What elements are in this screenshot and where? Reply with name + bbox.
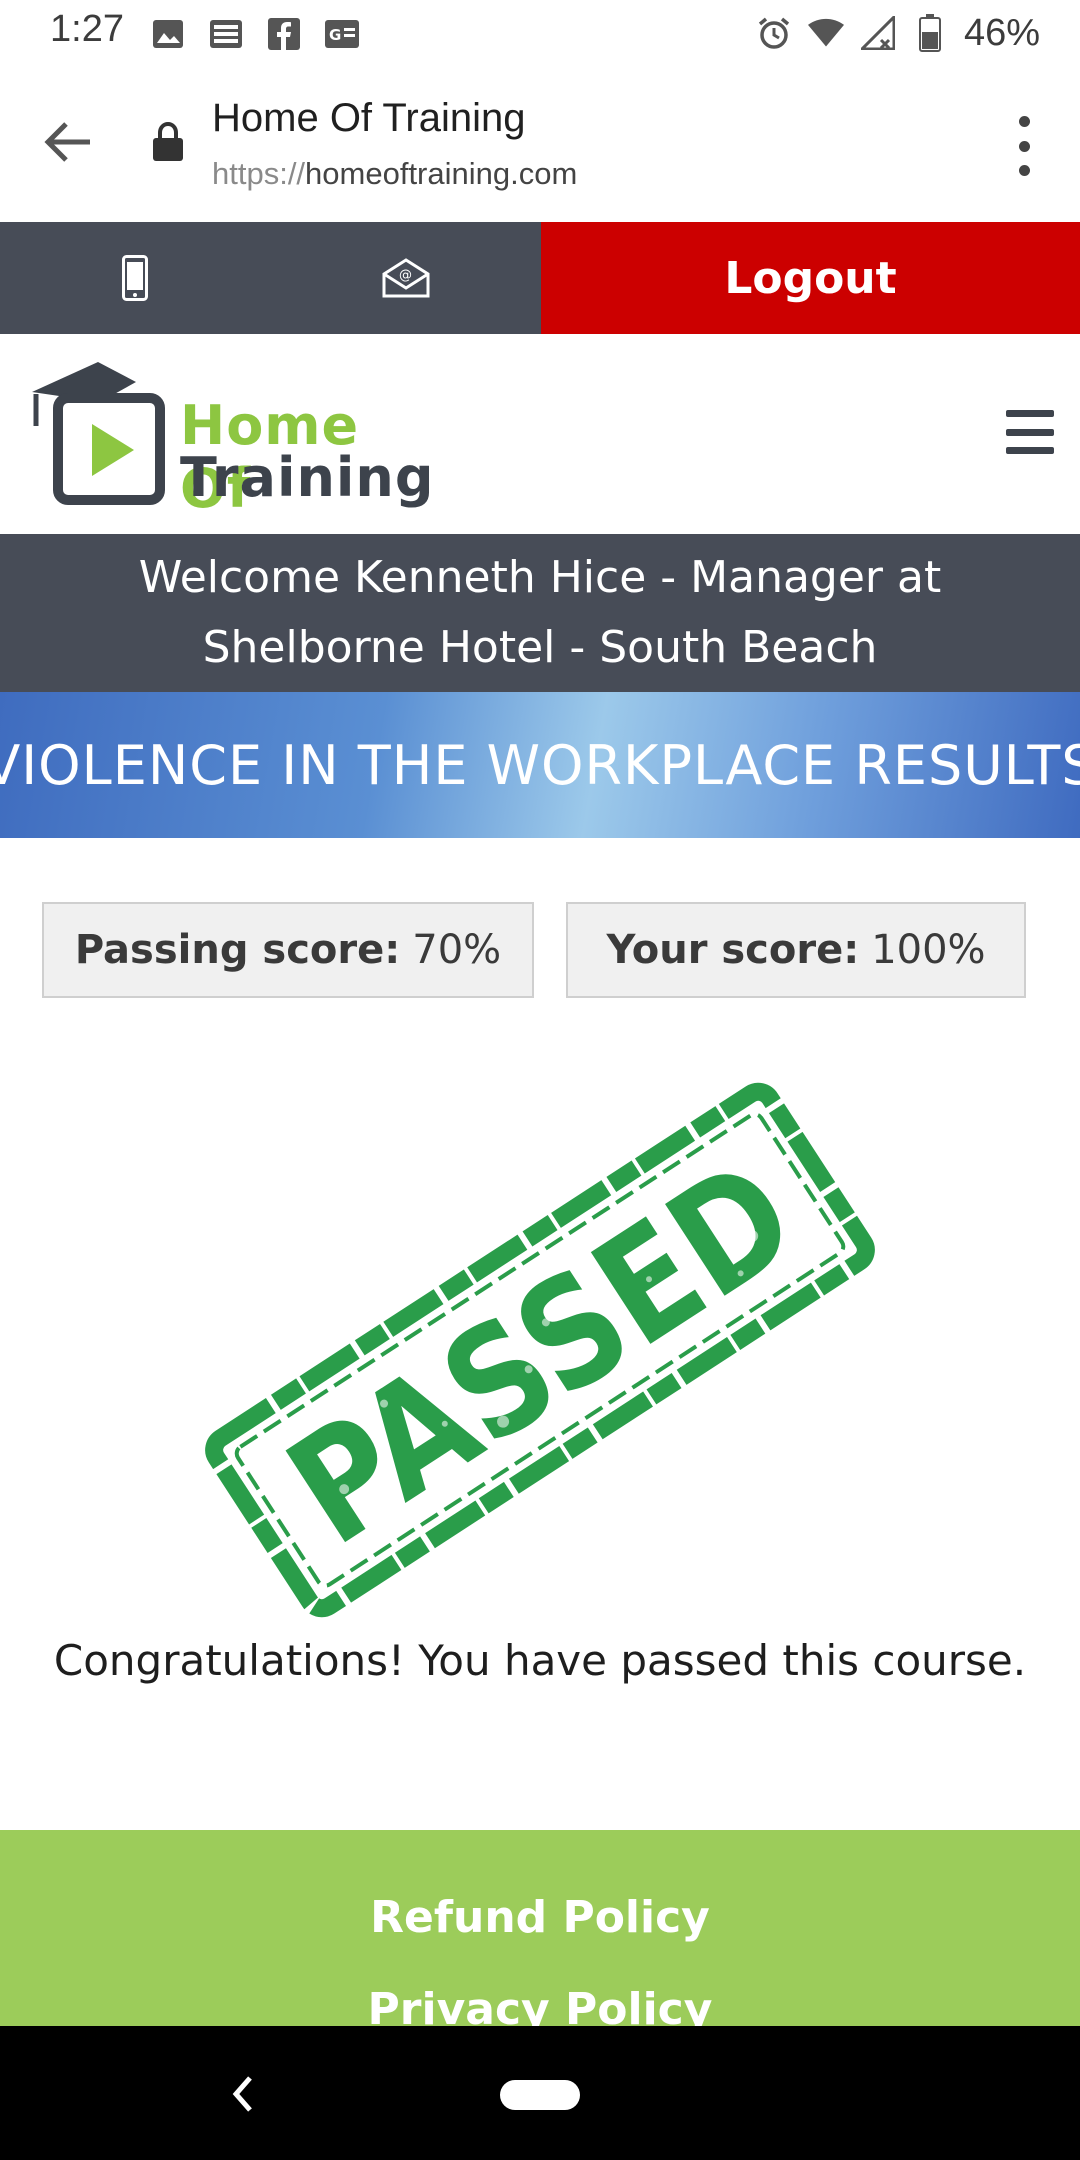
arrow-left-icon — [44, 122, 90, 162]
phone-button[interactable] — [0, 222, 271, 334]
welcome-message: Welcome Kenneth Hice - Manager at Shelbo… — [138, 552, 942, 673]
welcome-bar: Welcome Kenneth Hice - Manager at Shelbo… — [0, 534, 1080, 692]
status-bar: 1:27 G 46% — [0, 0, 1080, 66]
passing-score-box: Passing score: 70% — [42, 902, 534, 998]
privacy-policy-link[interactable]: Privacy Policy — [0, 1984, 1080, 2026]
logo-graphic — [32, 362, 165, 505]
course-banner: VIOLENCE IN THE WORKPLACE RESULTS — [0, 692, 1080, 838]
facebook-icon — [266, 16, 302, 52]
passed-stamp: PASSED — [170, 1060, 910, 1640]
hamburger-line — [1006, 410, 1054, 417]
image-icon — [150, 16, 186, 52]
browser-menu-button[interactable] — [1004, 116, 1044, 176]
lock-icon[interactable] — [152, 121, 192, 172]
hamburger-menu-button[interactable] — [1006, 410, 1054, 454]
battery-percent: 46% — [963, 11, 1040, 54]
passed-stamp-graphic: PASSED — [205, 1082, 875, 1618]
contact-icons: @ — [0, 222, 541, 334]
dot — [1018, 140, 1030, 152]
site-header: Home Of Training — [0, 334, 1080, 534]
status-time: 1:27 — [50, 8, 124, 50]
page-title: Home Of Training — [212, 96, 526, 140]
browser-toolbar: Home Of Training https://homeoftraining.… — [0, 66, 1080, 222]
your-score-label: Your score: — [606, 927, 860, 973]
dot — [1018, 116, 1030, 127]
hamburger-line — [1006, 428, 1054, 436]
url-scheme: https:// — [212, 156, 306, 191]
news-icon — [208, 16, 244, 52]
site-logo[interactable]: Home Of Training — [28, 358, 448, 520]
email-icon: @ — [382, 258, 430, 298]
alarm-icon — [756, 15, 792, 51]
congratulations-message: Congratulations! You have passed this co… — [53, 1636, 1027, 1685]
svg-text:G: G — [329, 26, 341, 44]
your-score-box: Your score: 100% — [566, 902, 1026, 998]
system-icons: 46% — [756, 10, 1040, 56]
site-footer: Refund Policy Privacy Policy — [0, 1830, 1080, 2026]
phone-icon — [122, 255, 149, 301]
url-host: homeoftraining.com — [305, 156, 578, 191]
signal-icon — [860, 15, 896, 51]
svg-text:@: @ — [399, 268, 412, 283]
passing-score-label: Passing score: — [74, 927, 401, 973]
course-results-title: VIOLENCE IN THE WORKPLACE RESULTS — [0, 733, 1080, 797]
system-navigation-bar — [0, 2026, 1080, 2160]
wifi-icon — [807, 15, 844, 51]
email-button[interactable]: @ — [271, 222, 542, 334]
passing-score-value: 70% — [412, 927, 502, 973]
logout-button[interactable]: Logout — [541, 222, 1080, 334]
url-field[interactable]: https://homeoftraining.com — [212, 156, 577, 192]
nav-back-button[interactable] — [222, 2070, 262, 2118]
dot — [1018, 165, 1030, 176]
contact-strip: @ Logout — [0, 222, 1080, 334]
your-score-value: 100% — [871, 927, 986, 973]
refund-policy-link[interactable]: Refund Policy — [0, 1892, 1080, 1943]
nav-home-button[interactable] — [500, 2080, 580, 2110]
hamburger-line — [1006, 447, 1054, 454]
logo-text-training: Training — [180, 446, 435, 509]
battery-icon — [912, 14, 948, 52]
browser-back-button[interactable] — [36, 110, 100, 174]
notification-icons: G — [150, 14, 360, 54]
google-news-icon: G — [324, 16, 360, 52]
